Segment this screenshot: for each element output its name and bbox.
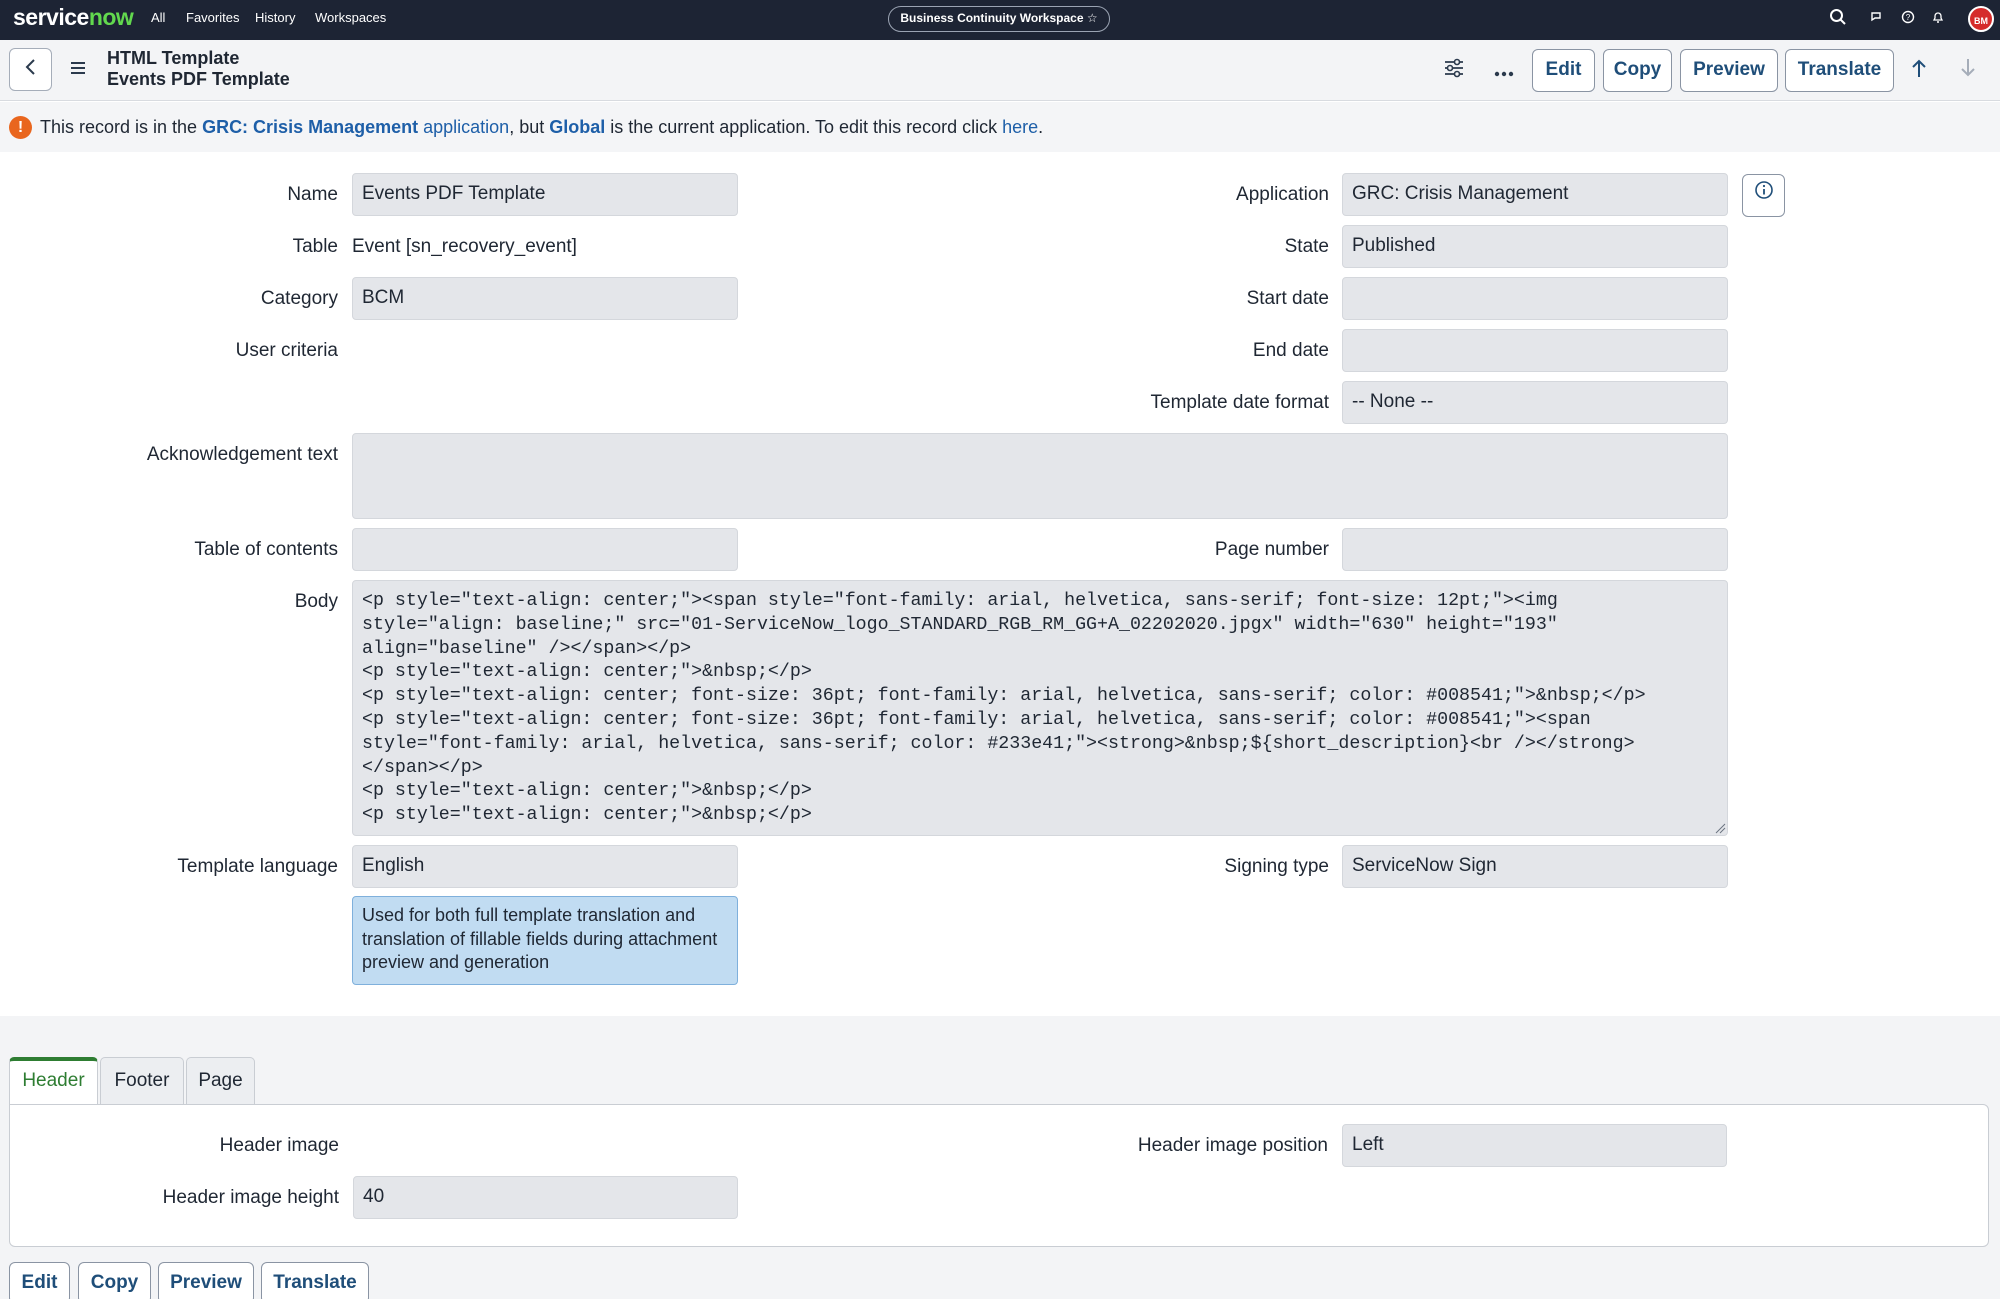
- banner-text-part: This record is in the: [40, 117, 203, 137]
- help-icon[interactable]: ?: [1897, 8, 1919, 30]
- state-field[interactable]: Published: [1342, 225, 1728, 268]
- back-button[interactable]: [9, 48, 52, 91]
- table-label: Table: [292, 236, 338, 257]
- end-date-field[interactable]: [1342, 329, 1728, 372]
- body-code-line: <p style="text-align: center;">&nbsp;</p…: [362, 805, 812, 826]
- resize-handle-icon[interactable]: [1714, 822, 1726, 834]
- table-value: Event [sn_recovery_event]: [352, 236, 577, 257]
- nav-all[interactable]: All: [151, 10, 165, 25]
- servicenow-logo[interactable]: servicenow: [13, 4, 134, 31]
- body-code-line: <p style="text-align: center; font-size:…: [362, 709, 1591, 730]
- arrow-down-icon[interactable]: [1955, 58, 1981, 84]
- top-navigation: servicenow All Favorites History Workspa…: [0, 0, 2000, 40]
- body-code-line: <p style="text-align: center;">&nbsp;</p…: [362, 662, 812, 683]
- record-header-bar: HTML Template Events PDF Template Edit C…: [0, 40, 2000, 101]
- acknowledgement-textarea[interactable]: [352, 433, 1728, 519]
- body-code-line: <p style="text-align: center;"><span sty…: [362, 591, 1558, 611]
- category-field[interactable]: BCM: [352, 277, 738, 320]
- body-code-line: <p style="text-align: center;">&nbsp;</p…: [362, 781, 812, 802]
- table-of-contents-field[interactable]: [352, 528, 738, 571]
- body-code-line: align="baseline" /></span></p>: [362, 638, 692, 659]
- application-label: Application: [1236, 184, 1329, 205]
- nav-history[interactable]: History: [255, 10, 295, 25]
- template-language-field[interactable]: English: [352, 845, 738, 888]
- banner-text-part: , but: [509, 117, 550, 137]
- signing-type-label: Signing type: [1224, 856, 1329, 877]
- logo-text-accent: now: [88, 4, 134, 30]
- body-code-line: <p style="text-align: center; font-size:…: [362, 686, 1646, 707]
- page-number-label: Page number: [1214, 539, 1329, 560]
- nav-favorites[interactable]: Favorites: [186, 10, 239, 25]
- page-number-field[interactable]: [1342, 528, 1728, 571]
- svg-text:?: ?: [1906, 13, 1911, 22]
- bottom-preview-button[interactable]: Preview: [158, 1262, 254, 1299]
- header-image-position-field[interactable]: Left: [1342, 1124, 1727, 1167]
- user-criteria-label: User criteria: [235, 340, 338, 361]
- banner-app-link[interactable]: GRC: Crisis Management: [202, 117, 418, 137]
- banner-app-suffix[interactable]: application: [418, 117, 509, 137]
- body-code-line: style="font-family: arial, helvetica, sa…: [362, 733, 1635, 754]
- info-icon: [1754, 181, 1773, 199]
- chevron-left-icon: [25, 59, 35, 75]
- signing-type-field[interactable]: ServiceNow Sign: [1342, 845, 1728, 888]
- application-field[interactable]: GRC: Crisis Management: [1342, 173, 1728, 216]
- arrow-up-icon[interactable]: [1906, 58, 1932, 84]
- nav-workspaces[interactable]: Workspaces: [315, 10, 386, 25]
- start-date-field[interactable]: [1342, 277, 1728, 320]
- date-format-label: Template date format: [1150, 392, 1329, 413]
- end-date-label: End date: [1252, 340, 1329, 361]
- search-icon[interactable]: [1827, 8, 1849, 30]
- name-label: Name: [287, 184, 338, 205]
- record-name-title: Events PDF Template: [107, 69, 290, 89]
- warning-icon: !: [9, 116, 32, 139]
- bottom-copy-button[interactable]: Copy: [78, 1262, 151, 1299]
- start-date-label: Start date: [1246, 288, 1329, 309]
- banner-text-part: .: [1038, 117, 1044, 137]
- preview-button[interactable]: Preview: [1680, 49, 1778, 92]
- tab-page[interactable]: Page: [186, 1057, 255, 1105]
- state-label: State: [1284, 236, 1329, 257]
- copy-button[interactable]: Copy: [1603, 49, 1672, 92]
- edit-button[interactable]: Edit: [1532, 49, 1595, 92]
- header-image-height-label: Header image height: [162, 1187, 339, 1208]
- tab-footer[interactable]: Footer: [100, 1057, 184, 1105]
- menu-icon[interactable]: [70, 56, 88, 82]
- application-info-button[interactable]: [1742, 174, 1785, 217]
- chat-icon[interactable]: [1866, 8, 1888, 30]
- banner-message: This record is in the GRC: Crisis Manage…: [40, 117, 1043, 138]
- header-image-height-field[interactable]: 40: [353, 1176, 738, 1219]
- settings-sliders-icon[interactable]: [1441, 58, 1467, 84]
- template-language-hint: Used for both full template translation …: [352, 896, 738, 985]
- record-type-title: HTML Template: [107, 48, 240, 68]
- date-format-field[interactable]: -- None --: [1342, 381, 1728, 424]
- category-label: Category: [260, 288, 338, 309]
- table-of-contents-label: Table of contents: [194, 539, 338, 560]
- application-scope-banner: ! This record is in the GRC: Crisis Mana…: [0, 102, 2000, 152]
- body-code-line: </span></p>: [362, 757, 483, 778]
- header-image-position-label: Header image position: [1137, 1135, 1328, 1156]
- body-label: Body: [294, 591, 338, 612]
- bottom-translate-button[interactable]: Translate: [261, 1262, 369, 1299]
- logo-text-main: service: [13, 4, 89, 30]
- tab-header[interactable]: Header: [9, 1057, 98, 1105]
- acknowledgement-label: Acknowledgement text: [146, 444, 338, 465]
- body-code-line: style="align: baseline;" src="01-Service…: [362, 614, 1558, 635]
- banner-here-link[interactable]: here: [1002, 117, 1038, 137]
- translate-button[interactable]: Translate: [1785, 49, 1894, 92]
- banner-global-link[interactable]: Global: [549, 117, 605, 137]
- bottom-edit-button[interactable]: Edit: [9, 1262, 70, 1299]
- body-html-editor[interactable]: <p style="text-align: center;"><span sty…: [352, 580, 1728, 836]
- template-language-label: Template language: [177, 856, 338, 877]
- more-options-icon[interactable]: [1491, 58, 1517, 84]
- banner-text-part: is the current application. To edit this…: [605, 117, 1003, 137]
- user-avatar[interactable]: BM: [1968, 6, 1994, 32]
- header-image-label: Header image: [219, 1135, 339, 1156]
- bell-icon[interactable]: [1927, 8, 1949, 30]
- name-field[interactable]: Events PDF Template: [352, 173, 738, 216]
- workspace-pill[interactable]: Business Continuity Workspace ☆: [888, 6, 1110, 32]
